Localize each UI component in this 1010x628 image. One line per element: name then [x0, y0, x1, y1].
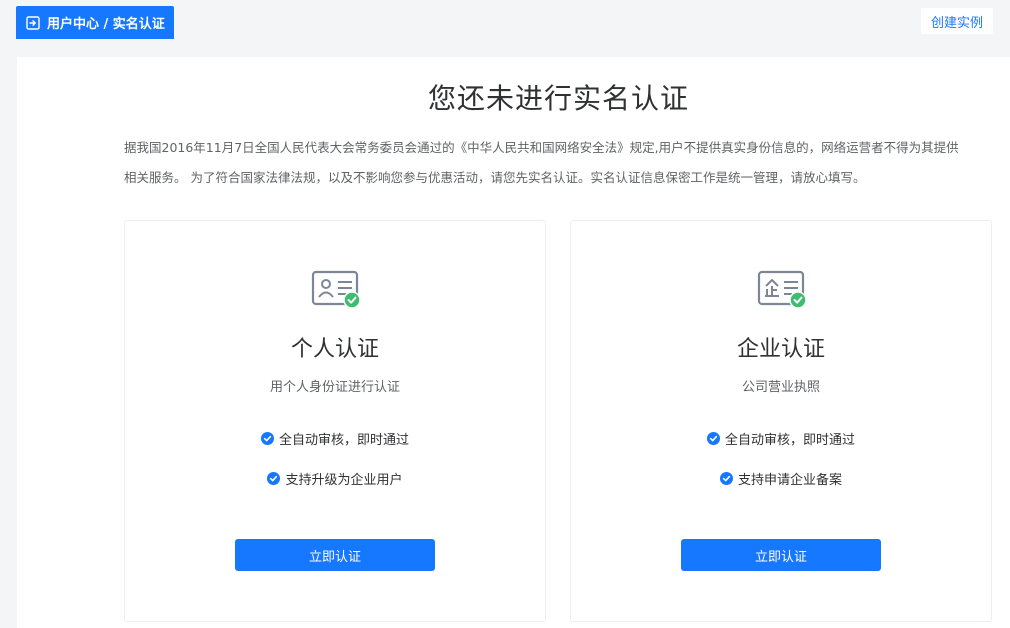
feature-item: 全自动审核，即时通过 [125, 429, 545, 448]
feature-label: 支持申请企业备案 [737, 473, 842, 488]
login-icon [26, 15, 40, 30]
feature-label: 全自动审核，即时通过 [724, 433, 855, 448]
personal-verify-button[interactable]: 立即认证 [235, 539, 435, 571]
top-bar: 用户中心 / 实名认证 创建实例 [0, 0, 1010, 40]
create-instance-button[interactable]: 创建实例 [921, 8, 993, 34]
breadcrumb: 用户中心 / 实名认证 [47, 17, 165, 32]
notice-text: 据我国2016年11月7日全国人民代表大会常务委员会通过的《中华人民共和国网络安… [124, 133, 1004, 193]
business-license-icon [757, 270, 807, 309]
notice-line-1: 据我国2016年11月7日全国人民代表大会常务委员会通过的《中华人民共和国网络安… [124, 140, 959, 155]
check-circle-icon [706, 432, 720, 445]
card-subtitle: 公司营业执照 [741, 380, 820, 395]
check-circle-icon [260, 432, 274, 445]
card-title: 个人认证 [290, 337, 379, 362]
id-card-icon [311, 270, 361, 309]
feature-item: 支持申请企业备案 [571, 469, 991, 488]
page-title: 您还未进行实名认证 [427, 82, 689, 115]
check-circle-icon [267, 472, 281, 485]
breadcrumb-tab[interactable]: 用户中心 / 实名认证 [16, 6, 174, 39]
enterprise-verify-button[interactable]: 立即认证 [681, 539, 881, 571]
feature-label: 支持升级为企业用户 [285, 473, 403, 488]
feature-item: 全自动审核，即时通过 [571, 429, 991, 448]
card-subtitle: 用个人身份证进行认证 [269, 380, 400, 395]
check-circle-icon [719, 472, 733, 485]
feature-item: 支持升级为企业用户 [125, 469, 545, 488]
enterprise-verification-card: 企业认证 公司营业执照 全自动审核，即时通过 支持申请企业备案 立即认证 [570, 220, 992, 622]
notice-line-2: 相关服务。 为了符合国家法律法规，以及不影响您参与优惠活动，请您先实名认证。实名… [124, 170, 866, 185]
main-panel: 您还未进行实名认证 据我国2016年11月7日全国人民代表大会常务委员会通过的《… [17, 57, 1010, 628]
personal-verification-card: 个人认证 用个人身份证进行认证 全自动审核，即时通过 支持升级为企业用户 立即认… [124, 220, 546, 622]
card-title: 企业认证 [736, 337, 825, 362]
feature-label: 全自动审核，即时通过 [278, 433, 409, 448]
